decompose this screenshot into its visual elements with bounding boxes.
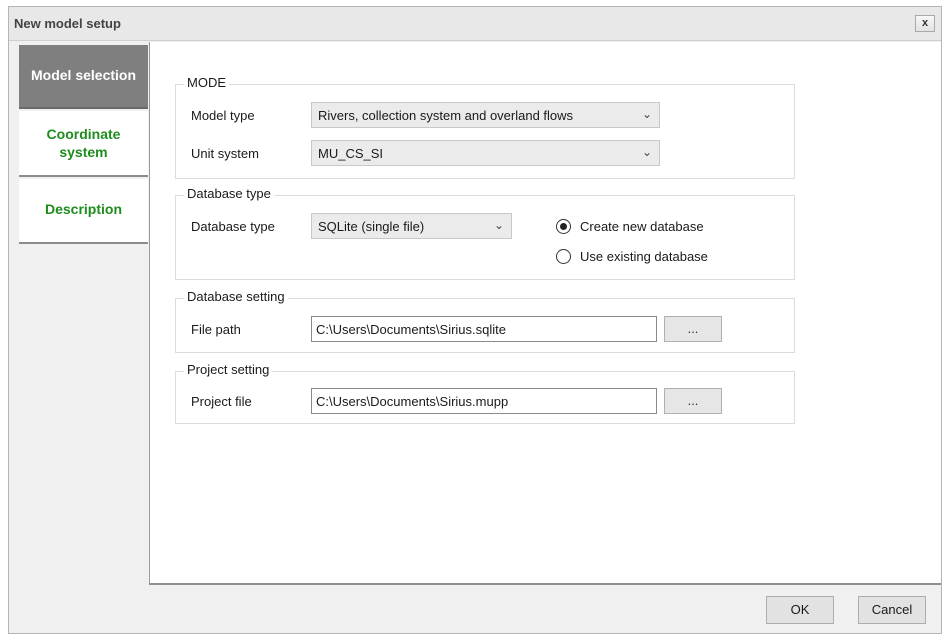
radio-label: Use existing database — [580, 249, 708, 264]
cancel-button[interactable]: Cancel — [858, 596, 926, 624]
database-type-select[interactable]: SQLite (single file) ⌄ — [311, 213, 512, 239]
tab-coordinate-system[interactable]: Coordinate system — [19, 111, 148, 177]
tab-description[interactable]: Description — [19, 179, 148, 244]
radio-button[interactable] — [556, 249, 571, 264]
tab-label: Description — [44, 201, 122, 217]
database-type-group: Database type Database type SQLite (sing… — [175, 186, 795, 280]
sidebar: Model selection Coordinate system Descri… — [9, 42, 149, 585]
group-legend: Database setting — [184, 289, 288, 304]
database-setting-group: Database setting File path C:\Users\Docu… — [175, 289, 795, 353]
model-type-label: Model type — [191, 108, 255, 123]
ellipsis-icon: ... — [687, 321, 699, 336]
unit-system-value: MU_CS_SI — [318, 146, 384, 161]
ok-label: OK — [790, 602, 810, 617]
radio-selected-dot — [560, 223, 567, 230]
model-type-value: Rivers, collection system and overland f… — [318, 108, 574, 123]
project-file-label: Project file — [191, 394, 252, 409]
project-setting-group: Project setting Project file C:\Users\Do… — [175, 362, 795, 424]
browse-file-path-button[interactable]: ... — [664, 316, 722, 342]
project-file-value: C:\Users\Documents\Sirius.mupp — [316, 394, 509, 409]
dialog-window: New model setup x Model selection Coordi… — [8, 6, 942, 634]
group-legend: MODE — [184, 75, 229, 90]
main-panel: MODE Model type Rivers, collection syste… — [149, 42, 941, 585]
tab-label: Coordinate system — [46, 126, 121, 160]
ok-button[interactable]: OK — [766, 596, 834, 624]
chevron-down-icon: ⌄ — [493, 218, 504, 232]
browse-project-file-button[interactable]: ... — [664, 388, 722, 414]
chevron-down-icon: ⌄ — [641, 145, 652, 159]
database-type-value: SQLite (single file) — [318, 219, 425, 234]
ellipsis-icon: ... — [687, 393, 699, 408]
tab-model-selection[interactable]: Model selection — [19, 45, 148, 109]
window-title: New model setup — [14, 16, 121, 31]
chevron-down-icon: ⌄ — [641, 107, 652, 121]
title-bar: New model setup x — [9, 7, 941, 41]
mode-group: MODE Model type Rivers, collection syste… — [175, 75, 795, 179]
file-path-input[interactable]: C:\Users\Documents\Sirius.sqlite — [311, 316, 657, 342]
radio-button[interactable] — [556, 219, 571, 234]
file-path-label: File path — [191, 322, 241, 337]
model-type-select[interactable]: Rivers, collection system and overland f… — [311, 102, 660, 128]
radio-label: Create new database — [580, 219, 704, 234]
group-legend: Project setting — [184, 362, 273, 377]
file-path-value: C:\Users\Documents\Sirius.sqlite — [316, 322, 506, 337]
database-type-label: Database type — [191, 219, 275, 234]
cancel-label: Cancel — [871, 602, 913, 617]
unit-system-select[interactable]: MU_CS_SI ⌄ — [311, 140, 660, 166]
close-icon: x — [921, 17, 929, 29]
project-file-input[interactable]: C:\Users\Documents\Sirius.mupp — [311, 388, 657, 414]
group-legend: Database type — [184, 186, 274, 201]
tab-label: Model selection — [30, 67, 137, 83]
unit-system-label: Unit system — [191, 146, 259, 161]
close-button[interactable]: x — [915, 15, 935, 32]
